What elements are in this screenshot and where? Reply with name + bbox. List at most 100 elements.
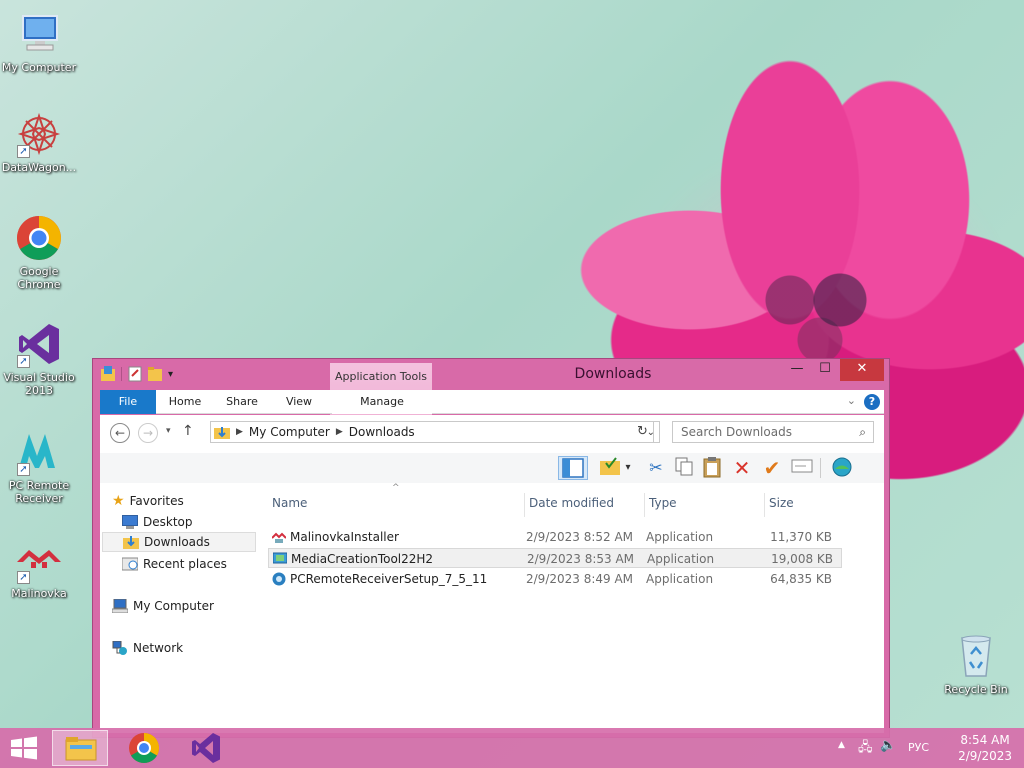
show-hidden-icons-chevron-icon[interactable]: ▲: [838, 740, 845, 750]
breadcrumb-separator-icon: ▶: [236, 427, 243, 437]
column-header-size[interactable]: Size: [764, 493, 844, 517]
desktop-icon-my-computer[interactable]: My Computer: [0, 10, 78, 74]
taskbar-file-explorer-button[interactable]: [52, 730, 108, 766]
nav-item-my-computer[interactable]: My Computer: [112, 596, 214, 616]
desktop-icon-malinovka[interactable]: ➚ Malinovka: [0, 536, 78, 600]
copy-icon[interactable]: [672, 456, 696, 480]
window-title: Downloads: [574, 366, 652, 382]
rename-icon[interactable]: [790, 456, 814, 480]
volume-icon[interactable]: 🔈: [880, 738, 896, 753]
customize-qat-chevron-icon[interactable]: ▾: [168, 369, 173, 380]
file-list: ^ Name Date modified Type Size Malinovka…: [268, 483, 884, 733]
clock[interactable]: 8:54 AM 2/9/2023: [958, 732, 1012, 764]
computer-icon: [112, 599, 128, 613]
file-size: 11,370 KB: [770, 530, 832, 544]
visual-studio-icon: ➚: [15, 320, 63, 368]
file-size: 64,835 KB: [770, 572, 832, 586]
table-row[interactable]: MalinovkaInstaller 2/9/2023 8:52 AM Appl…: [268, 527, 842, 547]
search-placeholder: Search Downloads: [681, 425, 792, 439]
commands-toolbar: ▾ ✂ ✕ ✔: [100, 453, 884, 483]
title-bar[interactable]: ▾ Application Tools Downloads — ☐ ✕: [93, 359, 889, 421]
search-input[interactable]: Search Downloads ⌕: [672, 421, 874, 443]
cut-icon[interactable]: ✂: [644, 456, 668, 480]
network-globe-icon[interactable]: [830, 456, 854, 480]
desktop-icon-label: DataWagon...: [1, 161, 77, 174]
star-icon: ★: [112, 493, 125, 509]
recent-locations-chevron-icon[interactable]: ▾: [166, 426, 171, 436]
desktop-icon-label: Malinovka: [11, 587, 67, 600]
file-date: 2/9/2023 8:49 AM: [526, 572, 634, 586]
breadcrumb-downloads[interactable]: Downloads: [349, 425, 415, 439]
breadcrumb-separator-icon: ▶: [335, 427, 343, 437]
properties-icon[interactable]: [128, 366, 142, 382]
qat-divider: [121, 367, 122, 381]
nav-label: My Computer: [133, 599, 214, 613]
table-row[interactable]: PCRemoteReceiverSetup_7_5_11 2/9/2023 8:…: [268, 569, 842, 589]
table-row[interactable]: MediaCreationTool22H2 2/9/2023 8:53 AM A…: [268, 548, 842, 568]
nav-item-favorites[interactable]: ★ Favorites: [112, 491, 184, 511]
file-date: 2/9/2023 8:52 AM: [526, 530, 634, 544]
desktop-icon-pc-remote-receiver[interactable]: ➚ PC Remote Receiver: [0, 428, 78, 505]
file-name: PCRemoteReceiverSetup_7_5_11: [290, 572, 488, 586]
column-header-date-modified[interactable]: Date modified: [524, 493, 644, 517]
address-field[interactable]: ▶ My Computer ▶ Downloads ⌄: [210, 421, 660, 443]
paste-icon[interactable]: [700, 456, 724, 480]
minimize-button[interactable]: —: [783, 359, 811, 381]
back-button[interactable]: ←: [110, 423, 130, 443]
network-icon: [112, 641, 127, 655]
navigation-pane: ★ Favorites Desktop Downloads Recent pla…: [100, 489, 262, 729]
refresh-icon[interactable]: ↻: [632, 421, 654, 443]
tab-share[interactable]: Share: [216, 390, 268, 414]
shortcut-arrow-icon: ➚: [17, 355, 30, 368]
start-button[interactable]: [0, 730, 48, 766]
downloads-folder-icon: [214, 427, 230, 439]
checkmark-icon[interactable]: ✔: [760, 456, 784, 480]
tab-manage[interactable]: Manage: [332, 390, 432, 414]
new-folder-icon[interactable]: [148, 366, 162, 382]
desktop-icon-datawagon[interactable]: ➚ DataWagon...: [0, 110, 78, 174]
up-arrow-icon[interactable]: ↑: [182, 423, 194, 439]
file-type: Application: [646, 572, 714, 586]
options-dropdown-chevron-icon[interactable]: ▾: [622, 456, 634, 480]
column-header-name[interactable]: Name: [268, 493, 524, 517]
file-name: MediaCreationTool22H2: [291, 552, 434, 566]
breadcrumb-my-computer[interactable]: My Computer: [249, 425, 330, 439]
nav-item-network[interactable]: Network: [112, 638, 183, 658]
delete-icon[interactable]: ✕: [730, 456, 754, 480]
maximize-button[interactable]: ☐: [811, 359, 839, 381]
nav-item-downloads[interactable]: Downloads: [102, 532, 256, 552]
desktop-icon-visual-studio[interactable]: ➚ Visual Studio 2013: [0, 320, 78, 397]
input-language-indicator[interactable]: РУС: [908, 741, 929, 754]
tab-home[interactable]: Home: [162, 390, 208, 414]
ribbon-tabs: File Home Share View Manage ⌄ ?: [100, 390, 884, 414]
taskbar-chrome-button[interactable]: [116, 730, 172, 766]
help-icon[interactable]: ?: [864, 394, 880, 410]
folder-app-icon: [101, 366, 115, 381]
tab-file[interactable]: File: [100, 390, 156, 414]
desktop-icon-label: My Computer: [1, 61, 77, 74]
desktop-icon-label: Recycle Bin: [944, 683, 1008, 696]
malinovka-app-icon: [272, 532, 286, 543]
windows-logo-icon: [11, 736, 37, 760]
column-header-type[interactable]: Type: [644, 493, 764, 517]
file-name: MalinovkaInstaller: [290, 530, 399, 544]
close-button[interactable]: ✕: [840, 359, 884, 381]
taskbar-visual-studio-button[interactable]: [178, 730, 234, 766]
chrome-icon: [129, 733, 160, 764]
forward-button[interactable]: →: [138, 423, 158, 443]
file-size: 19,008 KB: [771, 552, 833, 566]
folder-options-icon[interactable]: [598, 456, 622, 480]
network-status-icon[interactable]: 🖧: [858, 738, 873, 760]
malinovka-icon: ➚: [15, 536, 63, 584]
recent-places-icon: [122, 557, 138, 571]
desktop-icon: [122, 515, 138, 529]
expand-ribbon-chevron-icon[interactable]: ⌄: [847, 394, 856, 407]
desktop-icon-chrome[interactable]: Google Chrome: [0, 214, 78, 291]
nav-item-desktop[interactable]: Desktop: [122, 512, 193, 532]
preview-pane-icon[interactable]: [558, 456, 588, 480]
downloads-folder-icon: [123, 536, 139, 549]
nav-item-recent-places[interactable]: Recent places: [122, 554, 227, 574]
tab-view[interactable]: View: [276, 390, 322, 414]
desktop-icon-recycle-bin[interactable]: Recycle Bin: [936, 632, 1016, 696]
system-tray: ▲ 🖧 🔈 РУС 8:54 AM 2/9/2023: [824, 728, 1024, 768]
